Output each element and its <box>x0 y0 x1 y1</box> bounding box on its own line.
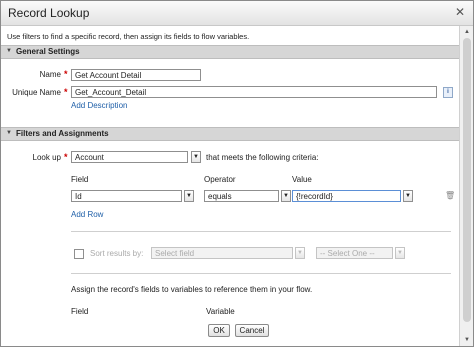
general-settings-header[interactable]: ▼ General Settings <box>1 45 459 59</box>
filter-field-select[interactable]: Id <box>71 190 182 202</box>
vertical-scrollbar[interactable]: ▲ ▼ <box>459 26 473 346</box>
general-settings-label: General Settings <box>16 47 80 56</box>
dialog-titlebar: Record Lookup ✕ <box>1 1 473 26</box>
scroll-up-icon[interactable]: ▲ <box>462 28 472 36</box>
chevron-down-icon[interactable]: ▼ <box>281 190 291 202</box>
dialog-body: Use filters to find a specific record, t… <box>1 26 459 346</box>
lookup-object-select[interactable]: Account <box>71 151 188 163</box>
filter-value-input[interactable]: {!recordId} <box>292 190 401 202</box>
name-label: Name <box>39 70 61 79</box>
assign-variable-column-header: Variable <box>206 307 235 316</box>
required-asterisk-icon: * <box>64 152 68 162</box>
chevron-down-icon[interactable]: ▼ <box>395 247 405 259</box>
assign-description: Assign the record's fields to variables … <box>71 285 313 294</box>
operator-column-header: Operator <box>204 175 236 184</box>
add-description-link[interactable]: Add Description <box>71 101 127 110</box>
chevron-down-icon[interactable]: ▼ <box>403 190 413 202</box>
assign-field-column-header: Field <box>71 307 89 316</box>
required-asterisk-icon: * <box>64 69 68 79</box>
ok-button[interactable]: OK <box>208 324 230 337</box>
record-lookup-dialog: Record Lookup ✕ Use filters to find a sp… <box>0 0 474 347</box>
scroll-down-icon[interactable]: ▼ <box>462 336 472 344</box>
divider <box>71 231 451 232</box>
trash-icon[interactable]: 🗑 <box>445 192 455 200</box>
filter-operator-select[interactable]: equals <box>204 190 279 202</box>
required-asterisk-icon: * <box>64 87 68 97</box>
name-field[interactable]: Get Account Detail <box>71 69 201 81</box>
filters-assignments-header[interactable]: ▼ Filters and Assignments <box>1 127 459 141</box>
close-icon[interactable]: ✕ <box>453 5 467 19</box>
unique-name-field[interactable]: Get_Account_Detail <box>71 86 437 98</box>
scroll-thumb[interactable] <box>463 38 471 322</box>
field-column-header: Field <box>71 175 89 184</box>
triangle-down-icon: ▼ <box>6 48 12 54</box>
cancel-button[interactable]: Cancel <box>235 324 269 337</box>
sort-order-select[interactable]: -- Select One -- <box>316 247 393 259</box>
dialog-description: Use filters to find a specific record, t… <box>7 32 250 41</box>
sort-results-label: Sort results by: <box>90 249 144 258</box>
sort-results-checkbox[interactable] <box>74 249 84 259</box>
chevron-down-icon[interactable]: ▼ <box>184 190 194 202</box>
chevron-down-icon[interactable]: ▼ <box>191 151 201 163</box>
unique-name-label: Unique Name <box>12 88 61 97</box>
triangle-down-icon: ▼ <box>6 130 12 136</box>
add-row-link[interactable]: Add Row <box>71 210 103 219</box>
chevron-down-icon[interactable]: ▼ <box>295 247 305 259</box>
info-icon[interactable]: i <box>443 87 453 98</box>
criteria-text: that meets the following criteria: <box>206 153 319 162</box>
divider <box>71 273 451 274</box>
dialog-title: Record Lookup <box>8 6 90 20</box>
filters-assignments-label: Filters and Assignments <box>16 129 109 138</box>
sort-field-select[interactable]: Select field <box>151 247 293 259</box>
value-column-header: Value <box>292 175 312 184</box>
lookup-label: Look up <box>32 153 61 162</box>
